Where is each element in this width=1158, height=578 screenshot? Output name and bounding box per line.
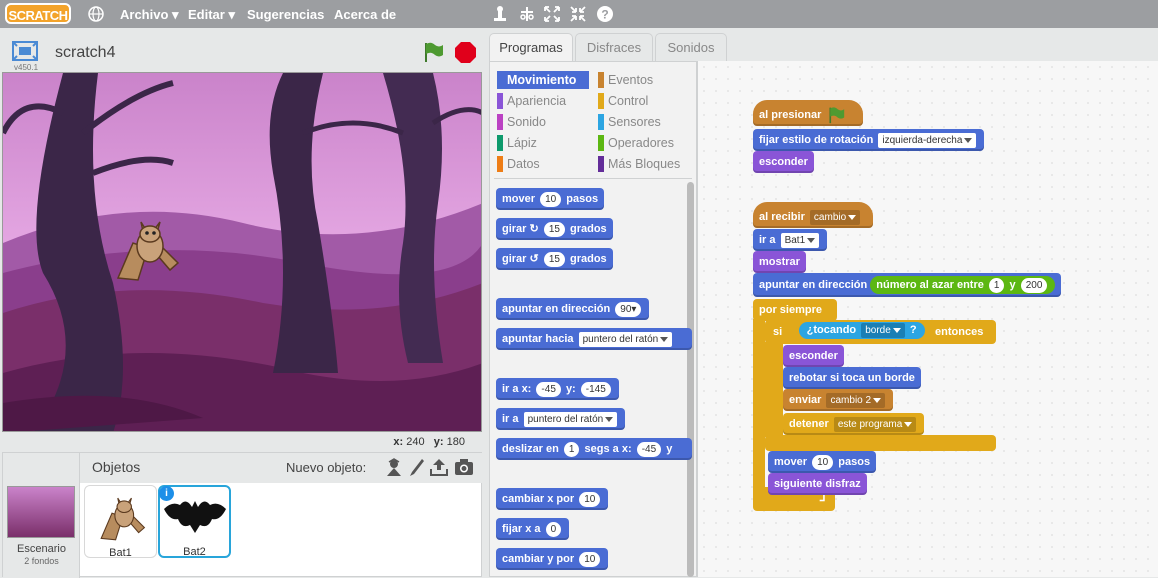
- objetos-label: Objetos: [92, 459, 141, 475]
- upload-icon[interactable]: [429, 457, 449, 477]
- block-fijar-x[interactable]: fijar x a 0: [496, 518, 570, 540]
- block-numero-al-azar[interactable]: número al azar entre 1 y 200: [870, 276, 1056, 295]
- block-detener[interactable]: detener este programa: [783, 413, 925, 435]
- category-mas-bloques[interactable]: Más Bloques: [598, 155, 690, 173]
- sprite-tile-bat2[interactable]: i Bat2: [158, 485, 231, 558]
- palette-divider: [494, 178, 692, 179]
- bat2-thumbnail: [163, 501, 226, 533]
- block-rebotar[interactable]: rebotar si toca un borde: [783, 367, 921, 389]
- tab-programas[interactable]: Programas: [489, 33, 573, 61]
- menu-acerca-de[interactable]: Acerca de: [334, 7, 396, 22]
- block-al-recibir[interactable]: al recibir cambio: [753, 202, 873, 228]
- block-siguiente-disfraz[interactable]: siguiente disfraz: [768, 473, 867, 495]
- block-mostrar[interactable]: mostrar: [753, 251, 806, 273]
- stage-header: v450.1 scratch4: [0, 34, 483, 72]
- if-left-arm: [765, 342, 783, 437]
- stop-icon[interactable]: [455, 42, 476, 63]
- bat-sprite-icon[interactable]: [108, 208, 183, 283]
- block-esconder-inner[interactable]: esconder: [783, 345, 844, 367]
- script-area[interactable]: al presionar fijar estilo de rotación iz…: [697, 61, 1158, 577]
- version-label: v450.1: [14, 63, 39, 72]
- block-fijar-estilo-rotacion[interactable]: fijar estilo de rotación izquierda-derec…: [753, 129, 985, 151]
- block-ir-a[interactable]: ir a puntero del ratón: [496, 408, 626, 430]
- green-flag-icon: [829, 107, 845, 124]
- block-enviar[interactable]: enviar cambio 2: [783, 389, 894, 411]
- category-movimiento[interactable]: Movimiento: [497, 71, 589, 89]
- category-eventos[interactable]: Eventos: [598, 71, 690, 89]
- sprites-panel: Escenario 2 fondos Objetos Nuevo objeto:…: [2, 452, 483, 578]
- stage-thumbnail[interactable]: [7, 486, 75, 538]
- sprite-library-icon[interactable]: [384, 458, 404, 478]
- mouse-coordinates: x: 240 y: 180: [393, 436, 465, 448]
- rotate-right-icon: ↻: [529, 223, 539, 235]
- presentation-mode-icon[interactable]: [12, 41, 38, 61]
- menu-editar[interactable]: Editar ▾: [188, 7, 235, 23]
- camera-icon[interactable]: [454, 458, 474, 476]
- category-apariencia[interactable]: Apariencia: [497, 92, 589, 110]
- sprite-name: Bat2: [183, 546, 206, 558]
- block-si-entonces[interactable]: si ¿tocando borde ? entonces: [765, 320, 996, 344]
- help-icon[interactable]: ?: [596, 5, 614, 23]
- stage-label: Escenario: [17, 543, 66, 555]
- menu-bar: SCRATCH Archivo ▾ Editar ▾ Sugerencias A…: [0, 0, 1158, 28]
- forest-backdrop: [3, 73, 481, 431]
- shrink-icon[interactable]: [569, 5, 587, 23]
- block-apuntar-en-direccion[interactable]: apuntar en dirección número al azar entr…: [753, 273, 1062, 297]
- sprites-header: Objetos Nuevo objeto:: [80, 453, 483, 483]
- cut-scissors-icon[interactable]: [518, 5, 536, 23]
- tab-sonidos[interactable]: Sonidos: [655, 33, 727, 61]
- sprite-tile-bat1[interactable]: Bat1: [84, 485, 157, 559]
- bat1-thumbnail: [99, 497, 145, 541]
- block-cambiar-x[interactable]: cambiar x por 10: [496, 488, 609, 510]
- block-mover[interactable]: mover 10 pasos: [496, 188, 605, 210]
- category-datos[interactable]: Datos: [497, 155, 589, 173]
- menu-archivo[interactable]: Archivo ▾: [120, 7, 179, 23]
- block-ir-a-bat1[interactable]: ir a Bat1: [753, 229, 828, 251]
- globe-icon[interactable]: [88, 6, 104, 22]
- category-control[interactable]: Control: [598, 92, 690, 110]
- category-sensores[interactable]: Sensores: [598, 113, 690, 131]
- svg-text:?: ?: [601, 8, 608, 22]
- info-icon[interactable]: i: [159, 486, 174, 501]
- grow-icon[interactable]: [543, 5, 561, 23]
- scratch-logo[interactable]: SCRATCH: [5, 3, 71, 24]
- block-esconder[interactable]: esconder: [753, 151, 814, 173]
- category-operadores[interactable]: Operadores: [598, 134, 690, 152]
- block-girar-izquierda[interactable]: girar ↺ 15 grados: [496, 248, 613, 270]
- palette-scrollbar[interactable]: [687, 182, 694, 577]
- block-tocando[interactable]: ¿tocando borde ?: [798, 322, 925, 340]
- new-sprite-label: Nuevo objeto:: [286, 460, 367, 475]
- green-flag-icon[interactable]: [422, 41, 444, 63]
- menu-sugerencias[interactable]: Sugerencias: [247, 7, 324, 22]
- rotate-left-icon: ↺: [529, 253, 539, 265]
- block-girar-derecha[interactable]: girar ↻ 15 grados: [496, 218, 613, 240]
- tab-disfraces[interactable]: Disfraces: [575, 33, 653, 61]
- block-deslizar[interactable]: deslizar en 1 segs a x: -45 y: [496, 438, 692, 460]
- block-ir-a-xy[interactable]: ir a x: -45 y: -145: [496, 378, 619, 400]
- category-sonido[interactable]: Sonido: [497, 113, 589, 131]
- block-por-siempre[interactable]: por siempre: [753, 299, 837, 321]
- if-bottom-arm: [765, 435, 996, 451]
- stage-thumbnail-column: Escenario 2 fondos: [3, 453, 80, 578]
- backdrop-count: 2 fondos: [24, 556, 59, 566]
- block-apuntar-direccion[interactable]: apuntar en dirección 90▾: [496, 298, 650, 320]
- stage-canvas[interactable]: [2, 72, 482, 432]
- duplicate-stamp-icon[interactable]: [491, 5, 509, 23]
- block-apuntar-hacia[interactable]: apuntar hacia puntero del ratón: [496, 328, 692, 350]
- block-cambiar-y[interactable]: cambiar y por 10: [496, 548, 609, 570]
- direction-value[interactable]: 90▾: [615, 301, 642, 317]
- block-mover-inner[interactable]: mover 10 pasos: [768, 451, 877, 473]
- block-palette: Movimiento Apariencia Sonido Lápiz Datos…: [489, 61, 697, 577]
- block-al-presionar-bandera[interactable]: al presionar: [753, 100, 863, 126]
- sprite-name: Bat1: [109, 547, 132, 559]
- project-title[interactable]: scratch4: [55, 44, 115, 62]
- forever-left-arm: [753, 319, 765, 489]
- paint-brush-icon[interactable]: [407, 458, 425, 478]
- category-lapiz[interactable]: Lápiz: [497, 134, 589, 152]
